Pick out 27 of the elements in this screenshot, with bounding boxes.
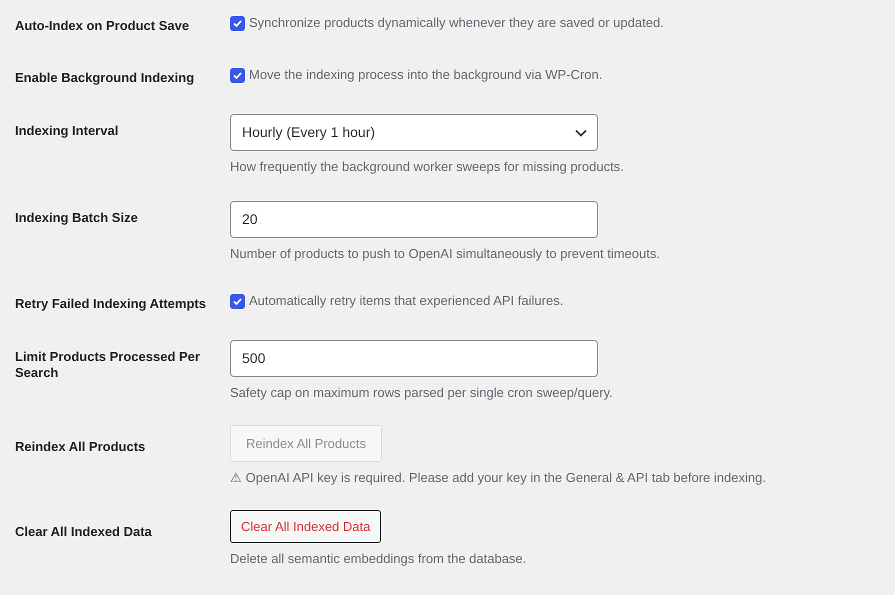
checkbox-label: Move the indexing process into the background via WP-Cron.	[249, 66, 602, 84]
setting-label: Indexing Batch Size	[15, 210, 139, 226]
chevron-down-icon	[575, 128, 587, 136]
field-description: How frequently the background worker sweeps for missing products.	[230, 158, 624, 176]
checkbox[interactable]	[230, 16, 245, 30]
input-field[interactable]: 20	[230, 201, 598, 238]
setting-label: Clear All Indexed Data	[15, 524, 153, 540]
setting-label: Enable Background Indexing	[15, 70, 196, 86]
setting-label: Limit Products Processed Per Search	[15, 349, 201, 381]
select-field[interactable]: Hourly (Every 1 hour)	[230, 114, 598, 151]
field-description: Number of products to push to OpenAI simultaneously to prevent timeouts.	[230, 245, 660, 263]
field-description: ⚠ OpenAI API key is required. Please add your key in the General & API tab before indexing.	[230, 469, 766, 487]
setting-label: Reindex All Products	[15, 439, 146, 455]
checkmark-icon	[232, 18, 243, 28]
checkbox-label: Automatically retry items that experienced API failures.	[249, 292, 564, 310]
field-description: Safety cap on maximum rows parsed per single cron sweep/query.	[230, 384, 613, 402]
clear-data-button[interactable]: Clear All Indexed Data	[230, 510, 382, 543]
checkbox[interactable]	[230, 294, 245, 308]
setting-label: Indexing Interval	[15, 123, 120, 139]
setting-label: Auto-Index on Product Save	[15, 18, 190, 34]
checkmark-icon	[232, 70, 243, 80]
checkmark-icon	[232, 296, 243, 306]
setting-label: Retry Failed Indexing Attempts	[15, 296, 207, 312]
checkbox[interactable]	[230, 68, 245, 82]
input-field[interactable]: 500	[230, 340, 598, 377]
field-description: Delete all semantic embeddings from the database.	[230, 550, 526, 568]
checkbox-label: Synchronize products dynamically whenever they are saved or updated.	[249, 14, 664, 32]
